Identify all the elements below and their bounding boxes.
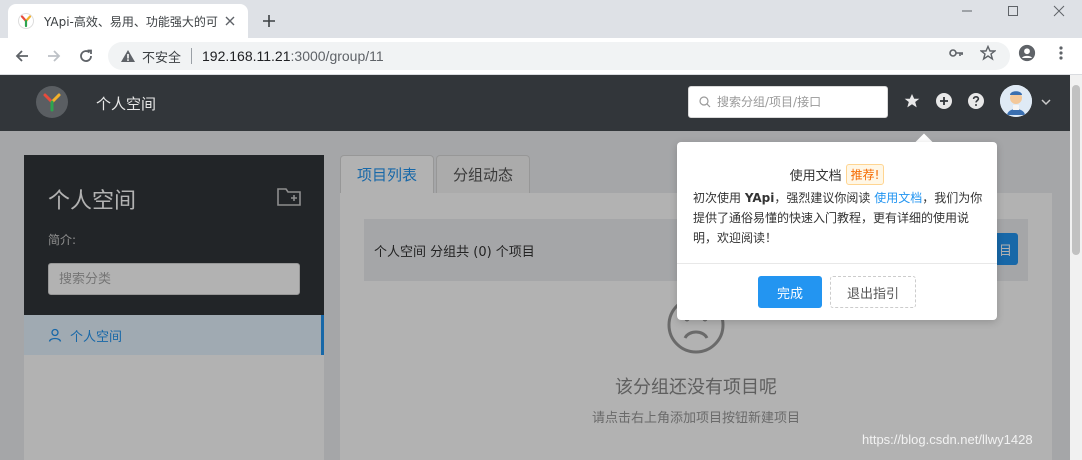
warning-icon [121, 50, 135, 62]
add-circle-icon[interactable] [934, 91, 954, 111]
page-scrollbar[interactable] [1070, 75, 1082, 460]
yapi-favicon-icon [18, 13, 34, 29]
popover-divider [677, 263, 997, 264]
url-text: 192.168.11.21:3000/group/11 [202, 48, 384, 64]
browser-toolbar: 不安全 192.168.11.21:3000/group/11 [0, 38, 1082, 75]
popover-body: 初次使用 YApi，强烈建议你阅读 使用文档，我们为你提供了通俗易懂的快速入门教… [693, 188, 985, 248]
profile-icon[interactable] [1018, 44, 1036, 62]
browser-tab-title: YApi-高效、易用、功能强大的可 [44, 14, 218, 29]
forward-arrow-icon[interactable] [42, 44, 66, 68]
url-path: :3000/group/11 [290, 48, 384, 64]
maximize-icon[interactable] [990, 0, 1036, 22]
browser-tab-strip: YApi-高效、易用、功能强大的可 [0, 0, 1082, 38]
popover-body-text-1: 初次使用 [693, 191, 745, 205]
close-icon[interactable] [222, 13, 238, 29]
header-title[interactable]: 个人空间 [96, 93, 156, 114]
exit-guide-button[interactable]: 退出指引 [830, 276, 916, 308]
popover-body-text-2: ，强烈建议你阅读 [774, 191, 875, 205]
window-close-icon[interactable] [1036, 0, 1082, 22]
more-menu-icon[interactable] [1052, 44, 1070, 62]
url-host: 192.168.11.21 [202, 48, 291, 64]
done-button[interactable]: 完成 [758, 276, 822, 308]
bookmark-star-icon[interactable] [979, 44, 997, 62]
search-input[interactable] [717, 95, 877, 109]
star-icon[interactable] [902, 91, 922, 111]
yapi-logo-icon[interactable] [36, 86, 68, 118]
guide-popover: 使用文档 推荐! 初次使用 YApi，强烈建议你阅读 使用文档，我们为你提供了通… [677, 142, 997, 320]
omnibox-divider [191, 48, 193, 64]
scrollbar-thumb[interactable] [1072, 85, 1080, 255]
recommend-badge: 推荐! [845, 164, 885, 185]
docs-link[interactable]: 使用文档 [874, 191, 922, 205]
chevron-down-icon[interactable] [1040, 96, 1052, 108]
insecure-label: 不安全 [142, 50, 182, 66]
watermark: https://blog.csdn.net/llwy1428 [862, 432, 1033, 447]
new-tab-icon[interactable] [258, 10, 280, 32]
back-arrow-icon[interactable] [10, 44, 34, 68]
key-icon[interactable] [947, 44, 965, 62]
app-header: 个人空间 [0, 75, 1082, 131]
browser-tab[interactable]: YApi-高效、易用、功能强大的可 [8, 4, 248, 38]
header-search[interactable] [688, 86, 888, 118]
popover-body-yapi: YApi [744, 191, 775, 205]
minimize-icon[interactable] [944, 0, 990, 22]
popover-title-row: 使用文档 推荐! [677, 164, 997, 185]
search-icon [699, 96, 711, 108]
address-bar[interactable]: 不安全 192.168.11.21:3000/group/11 [108, 42, 1010, 70]
avatar[interactable] [1000, 85, 1032, 117]
popover-title: 使用文档 [789, 169, 842, 184]
reload-icon[interactable] [74, 44, 98, 68]
help-icon[interactable] [966, 91, 986, 111]
